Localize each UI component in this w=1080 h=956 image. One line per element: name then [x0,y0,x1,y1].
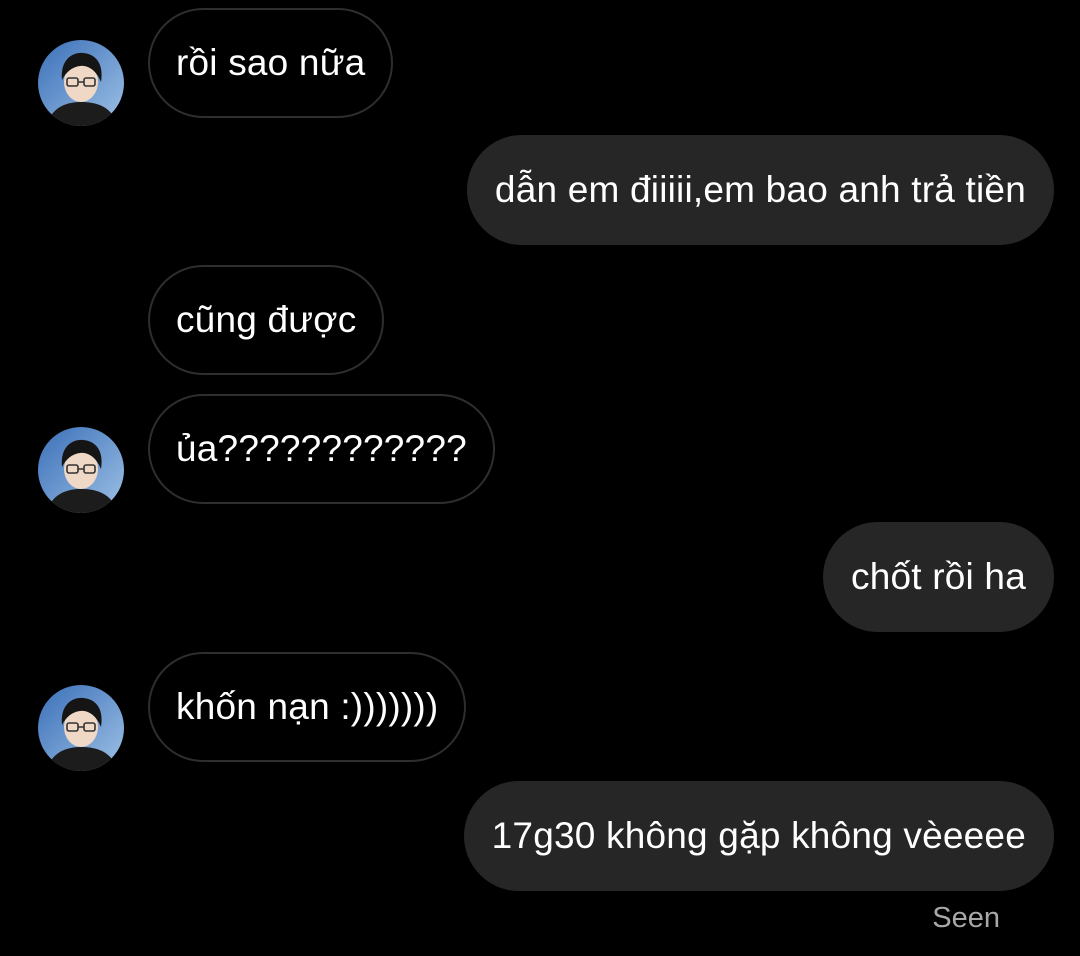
contact-avatar[interactable] [38,40,124,126]
message-text: rồi sao nữa [176,42,366,83]
message-text: khốn nạn :))))))) [176,686,439,727]
contact-avatar[interactable] [38,685,124,771]
message-outgoing[interactable]: 17g30 không gặp không vèeeee [463,781,1054,891]
message-outgoing[interactable]: chốt rồi ha [823,522,1054,632]
contact-avatar[interactable] [38,427,124,513]
message-incoming[interactable]: khốn nạn :))))))) [148,652,467,762]
message-text: dẫn em điiiii,em bao anh trả tiền [494,169,1026,210]
message-incoming[interactable]: ủa???????????? [148,394,495,504]
message-incoming[interactable]: cũng được [148,265,385,375]
avatar-photo-icon [38,40,124,126]
message-incoming[interactable]: rồi sao nữa [148,8,394,118]
message-text: 17g30 không gặp không vèeeee [491,815,1026,856]
avatar-photo-icon [38,685,124,771]
message-outgoing[interactable]: dẫn em điiiii,em bao anh trả tiền [466,135,1054,245]
message-text: chốt rồi ha [851,556,1026,597]
avatar-photo-icon [38,427,124,513]
seen-status: Seen [932,902,1000,934]
message-text: ủa???????????? [176,428,467,469]
message-text: cũng được [176,299,357,340]
